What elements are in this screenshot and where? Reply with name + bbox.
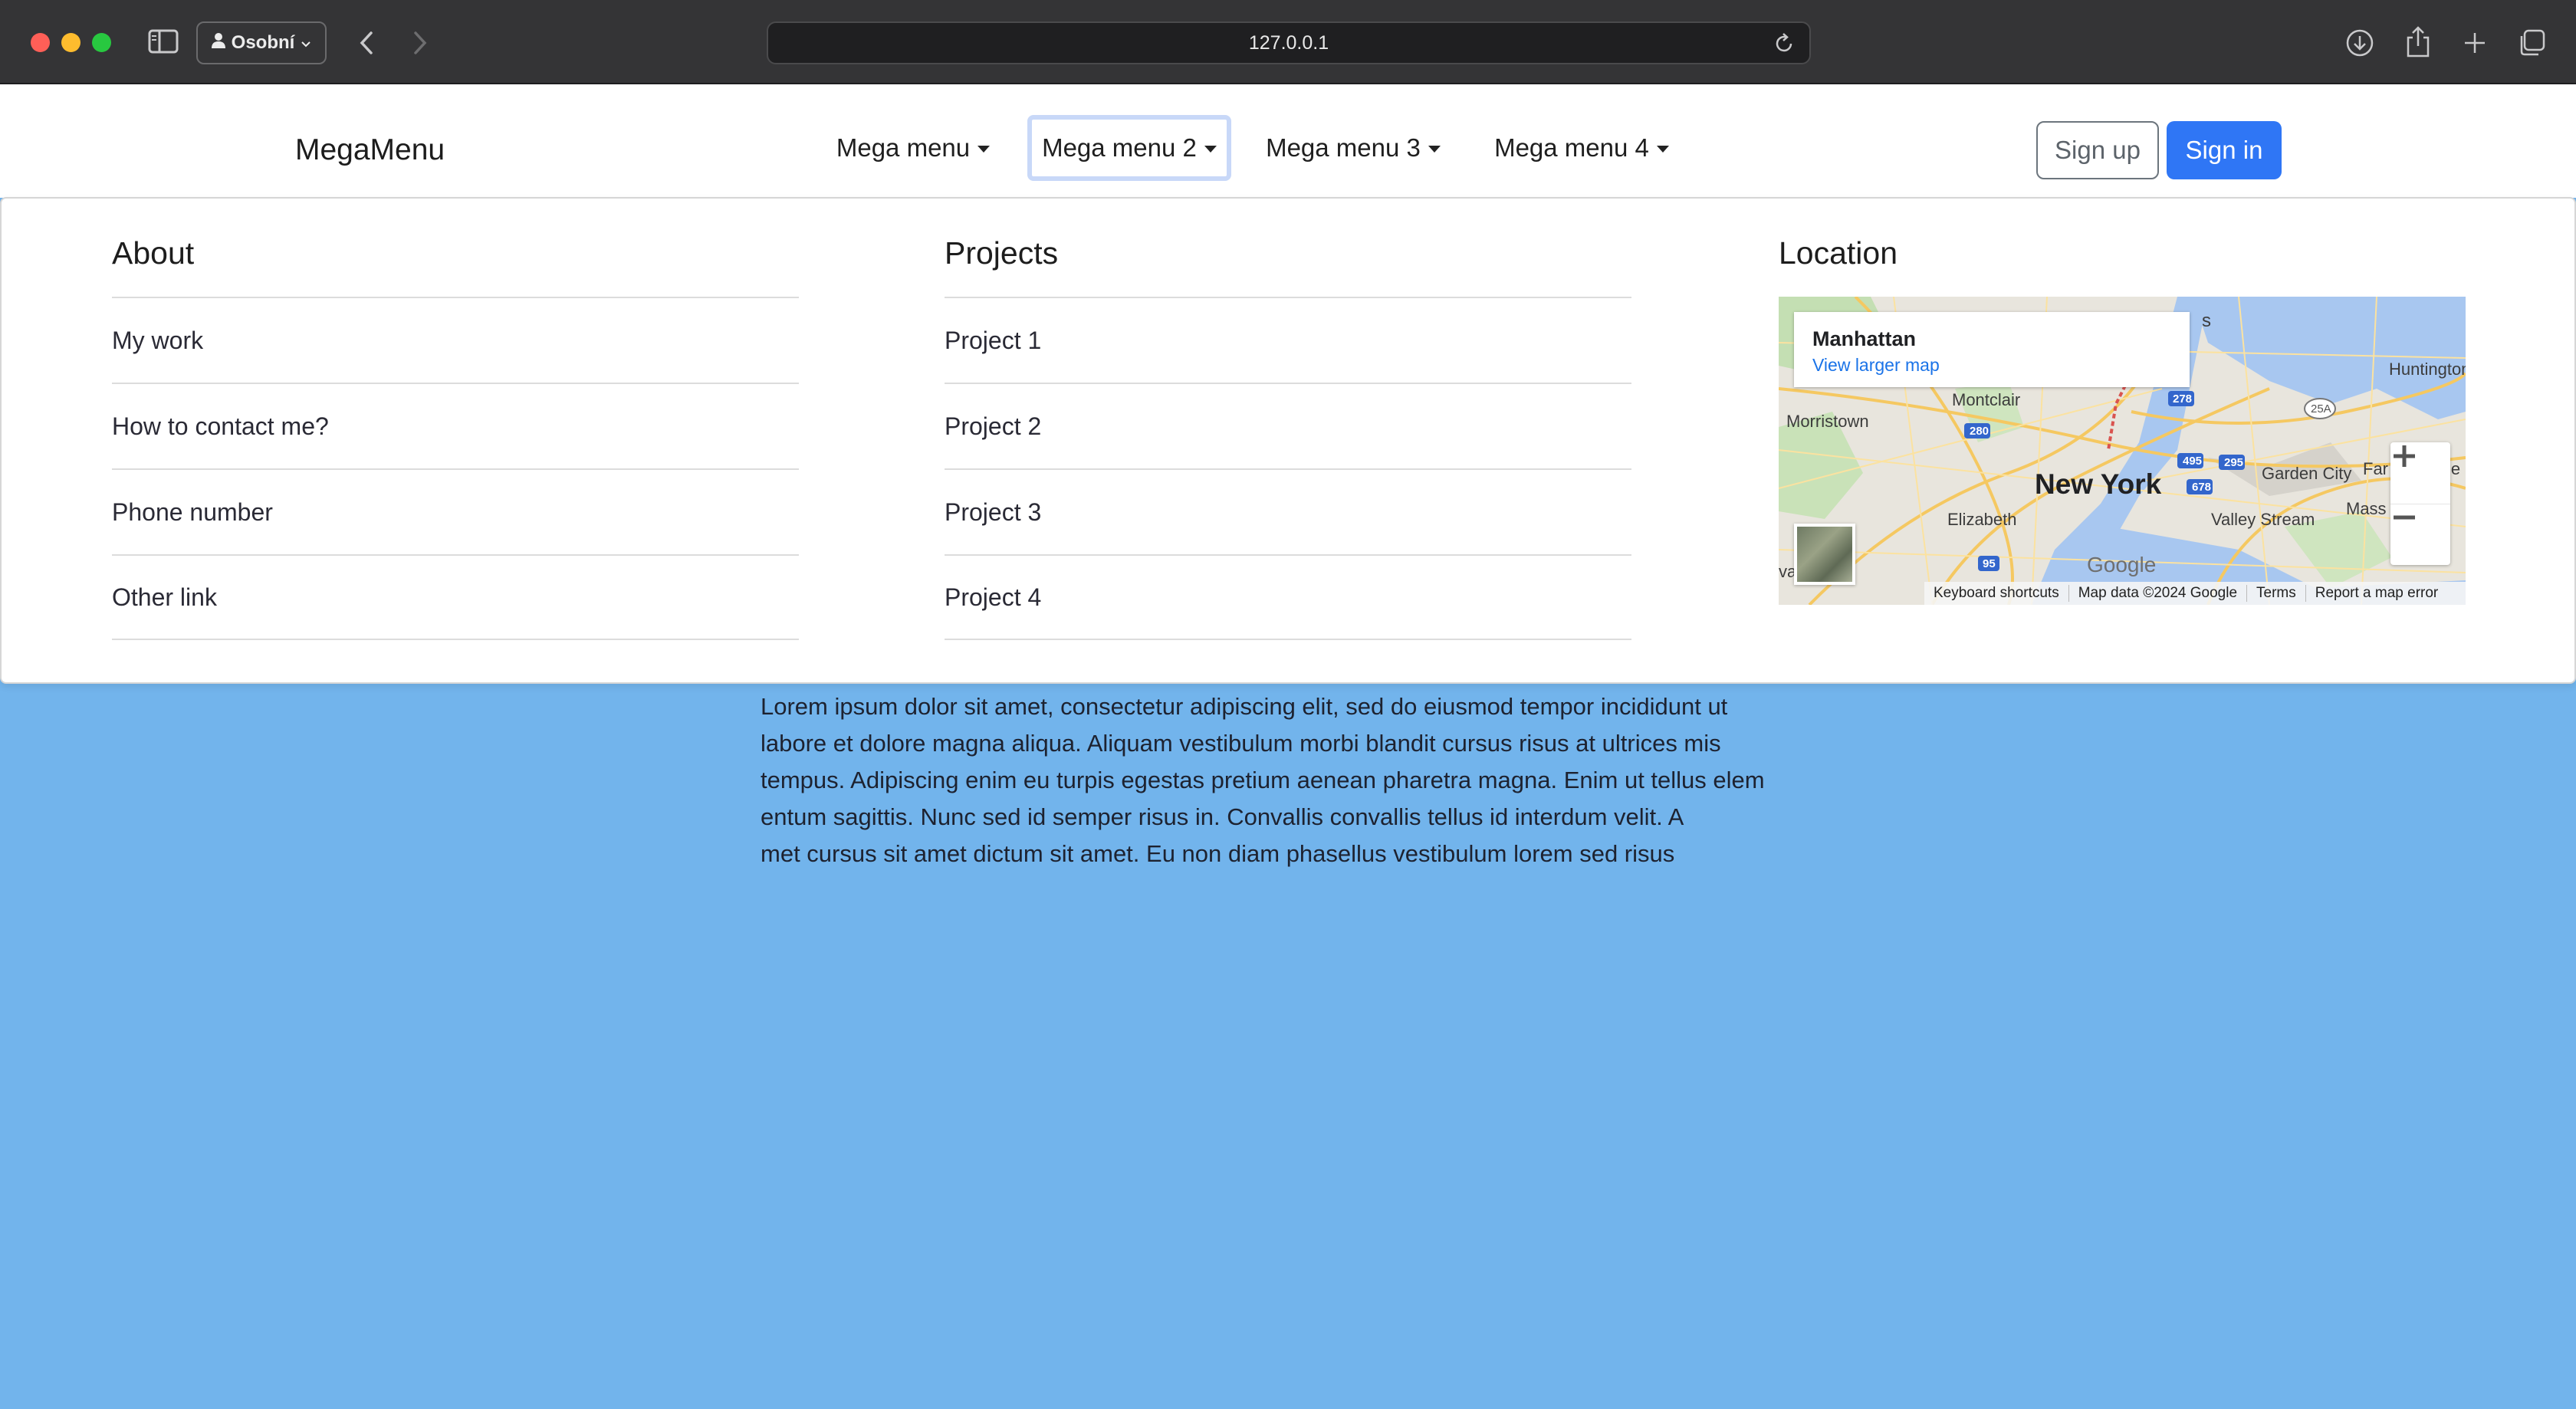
minimize-window-button[interactable]	[61, 33, 80, 52]
project-link-1[interactable]: Project 1	[945, 297, 1631, 383]
address-bar[interactable]: 127.0.0.1	[767, 21, 1811, 64]
nav-mega-menu-2-label: Mega menu 2	[1042, 133, 1197, 162]
lorem-line: tempus. Adipiscing enim eu turpis egesta…	[761, 767, 1765, 793]
back-arrow-icon[interactable]	[353, 28, 380, 58]
url-text: 127.0.0.1	[1248, 31, 1329, 54]
profile-button[interactable]: Osobní	[196, 21, 327, 64]
lorem-line: met cursus sit amet dictum sit amet. Eu …	[761, 840, 1675, 867]
reload-icon[interactable]	[1773, 32, 1796, 61]
highway-shield: 278	[2173, 392, 2192, 406]
highway-shield: 678	[2192, 481, 2211, 494]
satellite-toggle-button[interactable]	[1794, 524, 1855, 585]
project-link-4[interactable]: Project 4	[945, 554, 1631, 640]
about-link-other[interactable]: Other link	[112, 554, 799, 640]
about-links: My work How to contact me? Phone number …	[112, 297, 799, 640]
map-place-name: Manhattan	[1812, 327, 1916, 350]
zoom-in-button[interactable]	[2390, 442, 2450, 504]
location-heading: Location	[1779, 235, 1898, 271]
about-link-my-work[interactable]: My work	[112, 297, 799, 383]
zoom-window-button[interactable]	[92, 33, 111, 52]
sign-in-button[interactable]: Sign in	[2167, 121, 2282, 179]
terms-link[interactable]: Terms	[2247, 585, 2306, 602]
highway-shield: 295	[2224, 456, 2243, 469]
map-label-morristown: Morristown	[1786, 412, 1869, 431]
nav-mega-menu-1[interactable]: Mega menu	[825, 115, 1001, 181]
report-map-error-link[interactable]: Report a map error	[2306, 585, 2448, 602]
project-link-3[interactable]: Project 3	[945, 468, 1631, 554]
route-shield: 25A	[2311, 402, 2331, 415]
lorem-line: entum sagittis. Nunc sed id semper risus…	[761, 803, 1684, 830]
lorem-line: Lorem ipsum dolor sit amet, consectetur …	[761, 693, 1728, 720]
site-navbar: MegaMenu Mega menu Mega menu 2 Mega menu…	[0, 84, 2576, 198]
mega-dropdown-panel: About My work How to contact me? Phone n…	[0, 197, 2576, 684]
about-heading: About	[112, 235, 195, 271]
browser-toolbar: Osobní 127.0.0.1	[0, 0, 2576, 84]
plus-icon[interactable]	[2459, 28, 2490, 58]
nav-mega-menu-3-label: Mega menu 3	[1266, 133, 1421, 162]
map-label-valley-stream: Valley Stream	[2211, 510, 2315, 529]
downloads-icon[interactable]	[2344, 28, 2375, 58]
map-label-mass: Mass	[2346, 499, 2387, 518]
tab-overview-icon[interactable]	[2516, 28, 2547, 58]
map-label-elizabeth: Elizabeth	[1947, 510, 2017, 529]
share-icon[interactable]	[2403, 25, 2433, 58]
embedded-map[interactable]: 280 278 495 295 678 95 25A s Montclair M…	[1779, 297, 2466, 605]
map-label-new-york: New York	[2035, 468, 2162, 500]
nav-mega-menu-4[interactable]: Mega menu 4	[1486, 115, 1677, 181]
about-link-contact[interactable]: How to contact me?	[112, 383, 799, 468]
plus-icon	[2394, 445, 2415, 467]
lorem-paragraph: Lorem ipsum dolor sit amet, consectetur …	[761, 688, 1834, 872]
map-label-garden-city: Garden City	[2262, 464, 2352, 483]
lorem-line: labore et dolore magna aliqua. Aliquam v…	[761, 730, 1721, 757]
view-larger-map-link[interactable]: View larger map	[1812, 355, 1940, 376]
caret-down-icon	[1204, 145, 1217, 153]
map-footer: Keyboard shortcuts Map data ©2024 Google…	[1924, 582, 2466, 605]
profile-label: Osobní	[231, 32, 295, 53]
projects-links: Project 1 Project 2 Project 3 Project 4	[945, 297, 1631, 640]
nav-mega-menu-2[interactable]: Mega menu 2	[1027, 115, 1231, 181]
highway-shield: 95	[1983, 557, 1996, 570]
project-link-2[interactable]: Project 2	[945, 383, 1631, 468]
person-icon	[211, 32, 225, 54]
keyboard-shortcuts-link[interactable]: Keyboard shortcuts	[1924, 585, 2069, 602]
caret-down-icon	[1656, 145, 1669, 153]
caret-down-icon	[978, 145, 991, 153]
map-place-card: Manhattan View larger map	[1794, 312, 2190, 387]
nav-mega-menu-3[interactable]: Mega menu 3	[1257, 115, 1449, 181]
highway-shield: 495	[2183, 455, 2202, 468]
google-logo: Google	[2087, 553, 2157, 576]
forward-arrow-icon[interactable]	[406, 28, 434, 58]
chevron-down-icon	[301, 32, 311, 54]
caret-down-icon	[1428, 145, 1441, 153]
map-zoom-controls	[2390, 442, 2450, 565]
zoom-out-button[interactable]	[2390, 504, 2450, 565]
nav-mega-menu-4-label: Mega menu 4	[1494, 133, 1649, 162]
about-link-phone[interactable]: Phone number	[112, 468, 799, 554]
map-label-s: s	[2202, 310, 2211, 331]
highway-shield: 280	[1970, 425, 1989, 438]
map-label-montclair: Montclair	[1952, 390, 2021, 409]
map-data-attribution: Map data ©2024 Google	[2069, 585, 2248, 602]
map-label-far: Far	[2363, 459, 2388, 478]
sidebar-toggle-icon[interactable]	[147, 28, 179, 55]
brand-logo[interactable]: MegaMenu	[295, 133, 445, 167]
sign-up-button[interactable]: Sign up	[2036, 121, 2159, 179]
close-window-button[interactable]	[31, 33, 50, 52]
map-label-huntington: Huntington	[2389, 360, 2466, 379]
nav-mega-menu-1-label: Mega menu	[836, 133, 971, 162]
projects-heading: Projects	[945, 235, 1059, 271]
minus-icon	[2394, 515, 2415, 520]
